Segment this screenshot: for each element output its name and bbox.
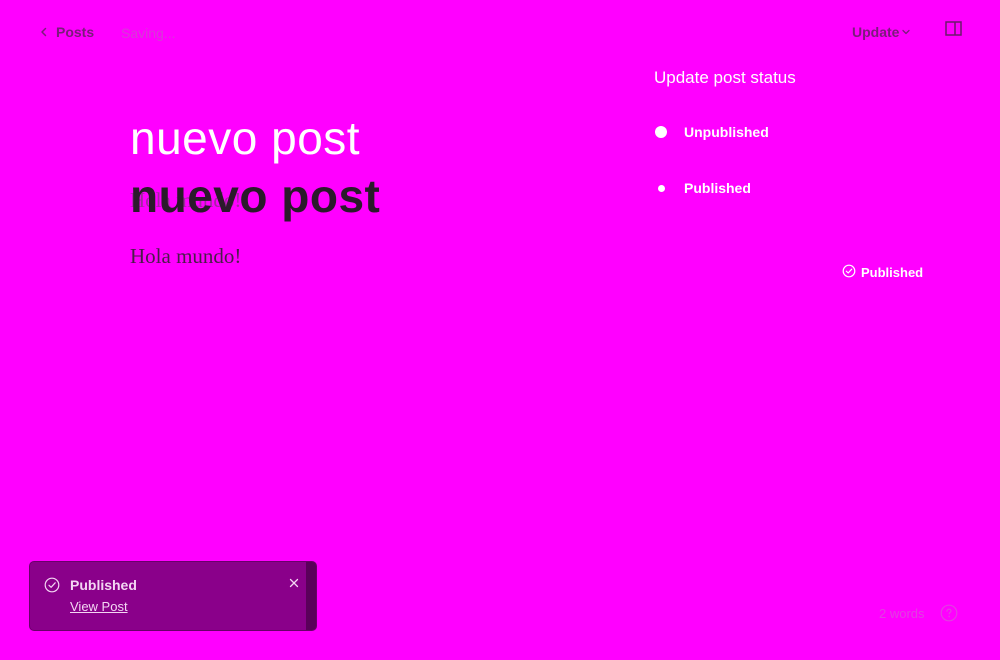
chevron-down-icon [901, 24, 911, 40]
update-button-label: Update [852, 24, 900, 40]
post-body-input[interactable]: Hola mundo! [130, 244, 241, 269]
back-to-posts-link[interactable]: Posts [38, 24, 94, 40]
post-title-input[interactable]: nuevo post [130, 168, 380, 224]
status-option-published[interactable]: Published [654, 180, 751, 196]
toast-accent [306, 562, 316, 630]
check-circle-icon [842, 264, 856, 281]
published-toast: Published View Post [30, 562, 316, 630]
sidebar-toggle-icon[interactable] [944, 20, 964, 38]
radio-icon [654, 125, 668, 139]
post-title-preview: nuevo post [130, 112, 361, 164]
status-option-label: Unpublished [684, 124, 769, 140]
current-status-label: Published [861, 265, 924, 280]
view-post-link[interactable]: View Post [70, 599, 128, 614]
status-option-label: Published [684, 180, 751, 196]
radio-selected-icon [654, 181, 668, 195]
editor-header: Posts Saving... Update [0, 0, 1000, 64]
saving-status: Saving... [121, 25, 176, 41]
help-icon[interactable] [940, 604, 958, 622]
status-panel-title: Update post status [654, 68, 796, 87]
check-circle-icon [44, 577, 60, 593]
chevron-left-icon [38, 26, 50, 38]
post-status-panel: Update post status Unpublished Published… [654, 66, 944, 296]
back-link-label: Posts [56, 24, 95, 40]
status-option-unpublished[interactable]: Unpublished [654, 124, 769, 140]
current-status-badge: Published [842, 264, 923, 281]
close-icon[interactable] [287, 576, 301, 590]
word-count: 2 words [879, 606, 925, 621]
update-button[interactable]: Update [852, 24, 911, 40]
toast-title: Published [70, 577, 137, 593]
